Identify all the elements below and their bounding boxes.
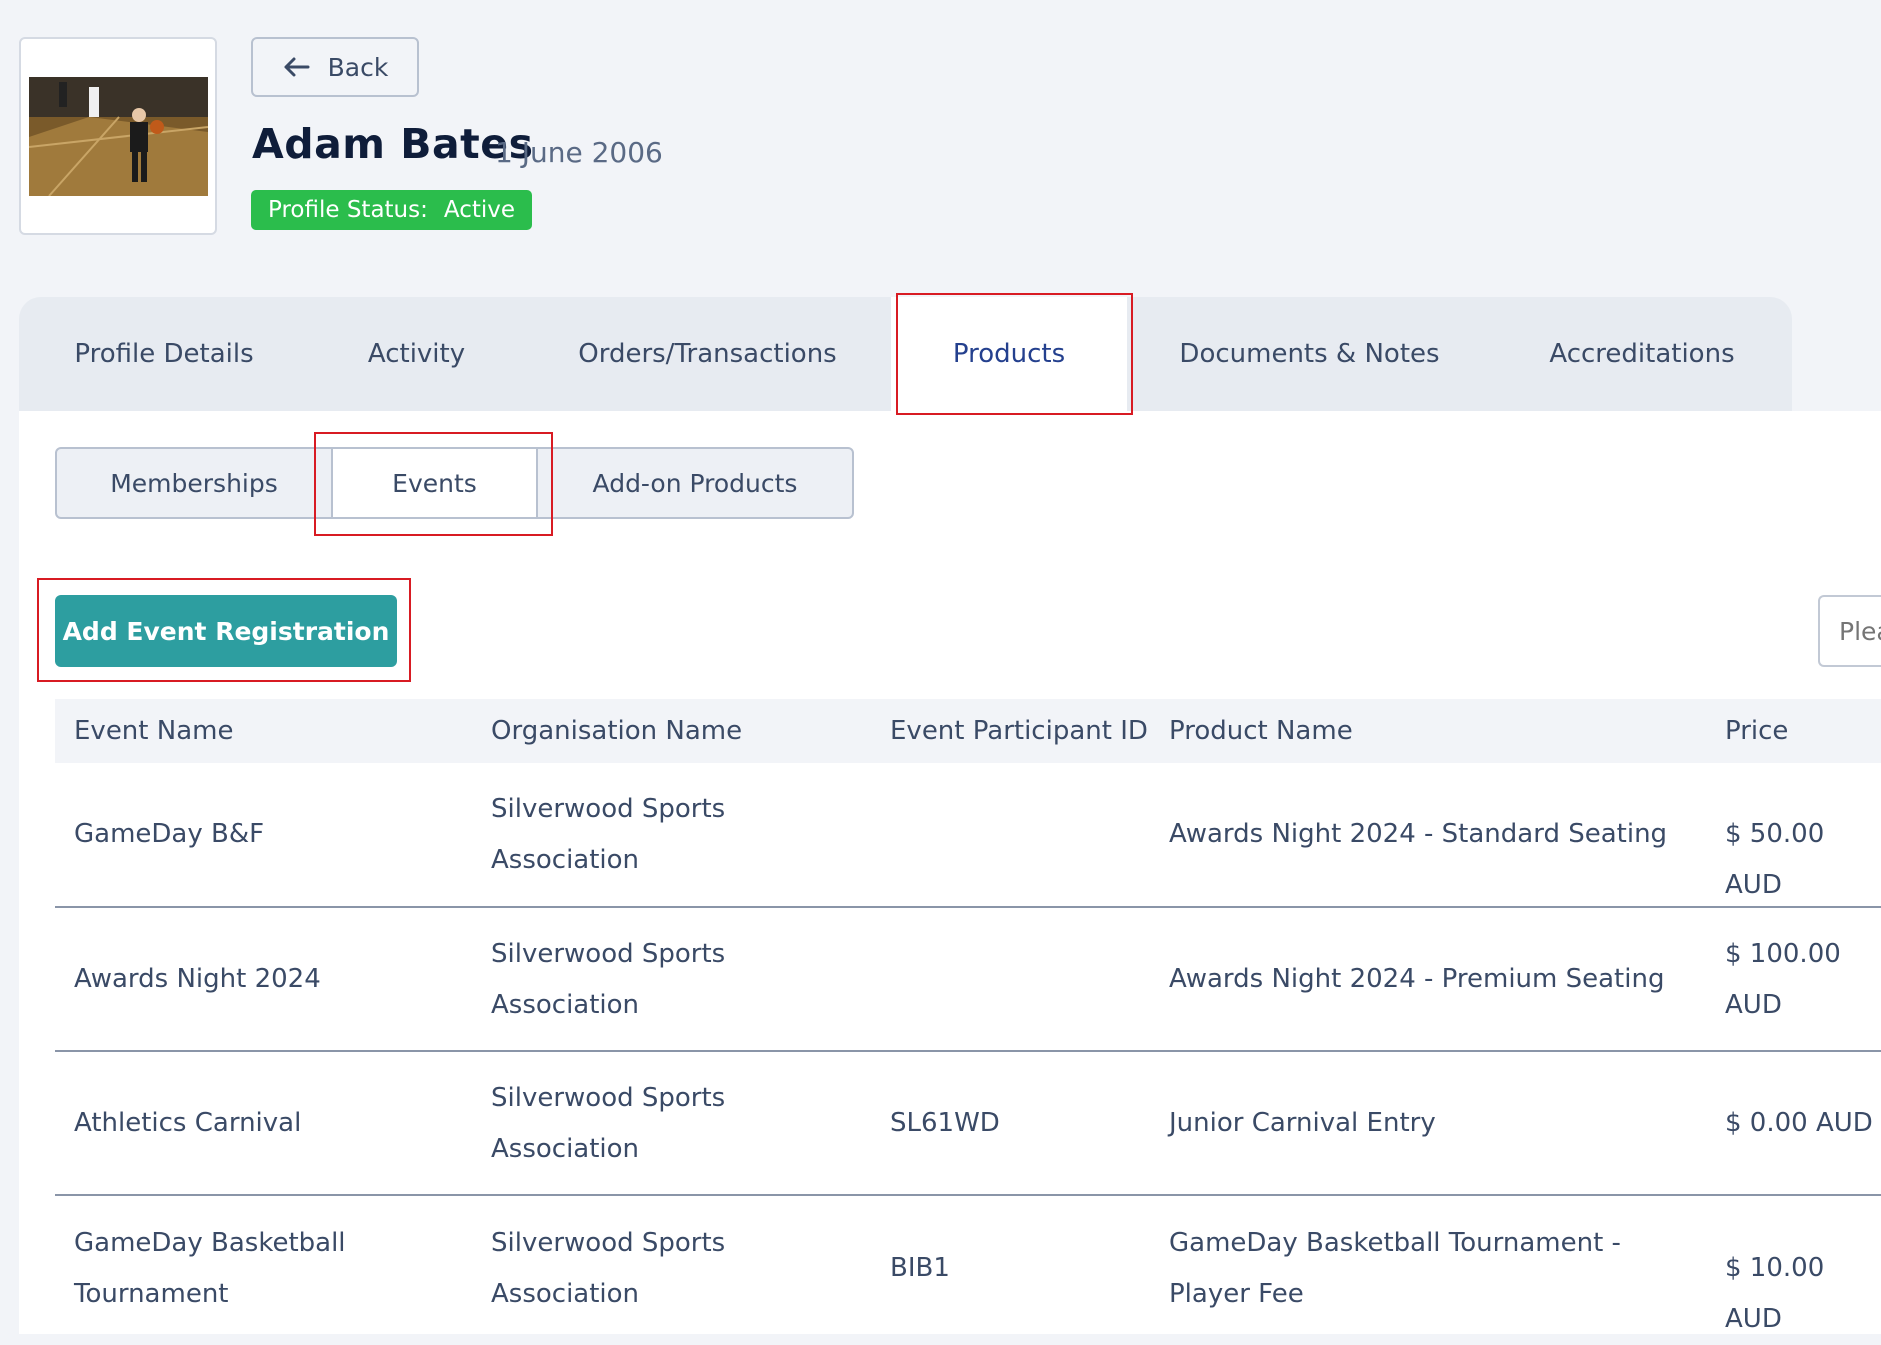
cell-participant-id: BIB1 xyxy=(890,1253,950,1283)
cell-organisation: Silverwood Sports Association xyxy=(491,1083,726,1164)
cell-product-name: GameDay Basketball Tournament - Player F… xyxy=(1169,1228,1621,1309)
row-divider xyxy=(55,1050,1881,1052)
cell-price: $ 100.00 AUD xyxy=(1725,939,1841,1020)
cell-product-name: Junior Carnival Entry xyxy=(1169,1108,1436,1138)
tab-profile-details[interactable]: Profile Details xyxy=(19,297,309,411)
profile-name: Adam Bates xyxy=(252,120,534,168)
cell-price: $ 0.00 AUD xyxy=(1725,1108,1873,1138)
cell-event-name: Athletics Carnival xyxy=(74,1108,302,1138)
tab-orders-transactions[interactable]: Orders/Transactions xyxy=(524,297,891,411)
cell-organisation: Silverwood Sports Association xyxy=(491,939,726,1020)
tab-products[interactable]: Products xyxy=(891,297,1127,411)
subtab-memberships[interactable]: Memberships xyxy=(57,449,331,517)
row-divider xyxy=(55,1194,1881,1196)
th-event-participant-id: Event Participant ID xyxy=(890,716,1148,746)
cell-organisation: Silverwood Sports Association xyxy=(491,794,726,875)
cell-event-name: Awards Night 2024 xyxy=(74,964,321,994)
subtab-add-on-products[interactable]: Add-on Products xyxy=(538,449,852,517)
status-label: Profile Status: xyxy=(268,197,428,223)
back-button[interactable]: Back xyxy=(251,37,419,97)
cell-participant-id: SL61WD xyxy=(890,1108,1000,1138)
add-event-registration-button[interactable]: Add Event Registration xyxy=(55,595,397,667)
cell-event-name: GameDay B&F xyxy=(74,819,265,849)
tab-accreditations[interactable]: Accreditations xyxy=(1492,297,1792,411)
tab-activity[interactable]: Activity xyxy=(309,297,524,411)
profile-dob: 1 June 2006 xyxy=(495,136,663,169)
cell-price: $ 50.00 AUD xyxy=(1725,819,1825,900)
status-badge: Profile Status: Active xyxy=(251,190,533,230)
arrow-left-icon xyxy=(284,57,310,77)
cell-organisation: Silverwood Sports Association xyxy=(491,1228,726,1309)
row-divider xyxy=(55,906,1881,908)
th-price: Price xyxy=(1725,716,1789,746)
search-input[interactable] xyxy=(1818,595,1881,667)
cell-product-name: Awards Night 2024 - Premium Seating xyxy=(1169,964,1665,994)
th-product-name: Product Name xyxy=(1169,716,1353,746)
status-value: Active xyxy=(443,197,516,223)
th-organisation-name: Organisation Name xyxy=(491,716,743,746)
cell-price: $ 10.00 AUD xyxy=(1725,1253,1825,1334)
tab-documents-notes[interactable]: Documents & Notes xyxy=(1127,297,1492,411)
subtab-events[interactable]: Events xyxy=(331,449,538,517)
profile-photo xyxy=(29,77,208,196)
cell-product-name: Awards Night 2024 - Standard Seating xyxy=(1169,819,1668,849)
back-button-label: Back xyxy=(327,52,389,82)
cell-event-name: GameDay Basketball Tournament xyxy=(74,1228,346,1309)
th-event-name: Event Name xyxy=(74,716,234,746)
